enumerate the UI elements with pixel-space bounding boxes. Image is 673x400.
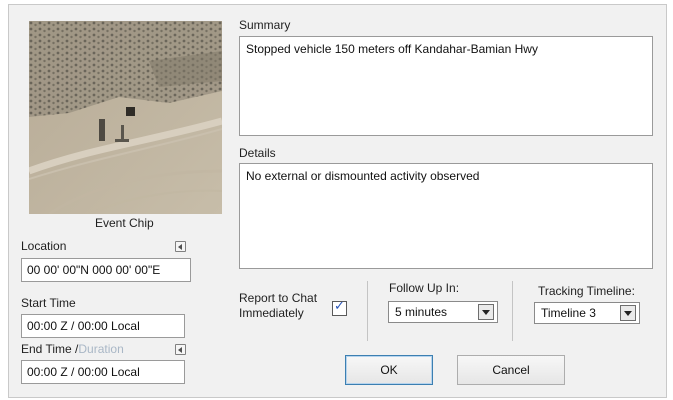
checkmark-icon: ✓ <box>334 299 345 314</box>
follow-up-label: Follow Up In: <box>389 281 460 295</box>
end-time-toggle-arrow-left-icon[interactable] <box>175 344 186 355</box>
event-report-dialog: Event Chip Location 00 00' 00"N 000 00' … <box>8 4 667 398</box>
ok-button[interactable]: OK <box>345 355 433 385</box>
start-time-field[interactable]: 00:00 Z / 00:00 Local <box>21 314 185 338</box>
report-to-chat-label: Report to Chat Immediately <box>239 291 317 321</box>
tracking-timeline-selected-value: Timeline 3 <box>541 306 596 320</box>
satellite-image <box>29 21 222 214</box>
end-time-label[interactable]: End Time <box>21 342 72 356</box>
dropdown-arrow-icon[interactable] <box>620 305 636 321</box>
duration-label[interactable]: Duration <box>78 342 123 356</box>
start-time-label: Start Time <box>21 296 76 310</box>
separator <box>367 281 368 341</box>
event-chip-image <box>29 21 222 214</box>
location-label: Location <box>21 239 67 253</box>
event-chip-caption: Event Chip <box>95 216 154 230</box>
details-label: Details <box>239 146 276 160</box>
end-time-duration-label: End Time /Duration <box>21 342 124 356</box>
report-to-chat-checkbox[interactable]: ✓ <box>332 299 347 316</box>
end-time-field[interactable]: 00:00 Z / 00:00 Local <box>21 360 185 384</box>
location-field[interactable]: 00 00' 00"N 000 00' 00"E <box>21 258 191 282</box>
separator <box>512 281 513 341</box>
follow-up-selected-value: 5 minutes <box>395 305 448 319</box>
details-textarea[interactable]: No external or dismounted activity obser… <box>239 163 653 269</box>
summary-textarea[interactable]: Stopped vehicle 150 meters off Kandahar-… <box>239 36 653 136</box>
tracking-timeline-select[interactable]: Timeline 3 <box>534 302 640 324</box>
dropdown-arrow-icon[interactable] <box>478 304 494 320</box>
tracking-timeline-label: Tracking Timeline: <box>538 284 635 298</box>
location-toggle-arrow-left-icon[interactable] <box>175 241 186 252</box>
cancel-button[interactable]: Cancel <box>457 355 565 385</box>
follow-up-select[interactable]: 5 minutes <box>388 301 498 323</box>
summary-label: Summary <box>239 18 291 32</box>
report-to-chat-label-line1: Report to Chat <box>239 291 318 305</box>
report-to-chat-label-line2: Immediately <box>239 306 304 320</box>
